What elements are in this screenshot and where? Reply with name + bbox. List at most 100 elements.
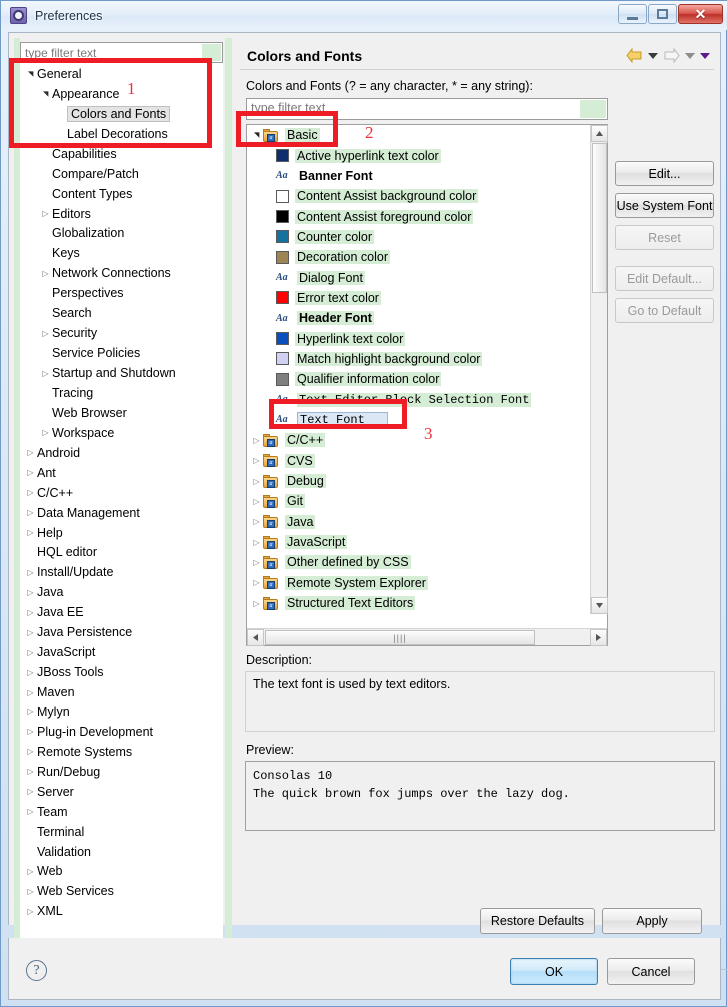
- chevron-right-icon[interactable]: ▷: [24, 468, 37, 477]
- ok-button[interactable]: OK: [510, 958, 598, 985]
- sidebar-item-javascript[interactable]: ▷ JavaScript: [21, 642, 222, 662]
- chevron-right-icon[interactable]: ▷: [24, 787, 37, 796]
- edit-button[interactable]: Edit...: [615, 161, 714, 186]
- sidebar-item-tracing[interactable]: Tracing: [21, 383, 222, 403]
- sidebar-item-service-policies[interactable]: Service Policies: [21, 343, 222, 363]
- chevron-right-icon[interactable]: ▷: [250, 477, 263, 486]
- preferences-tree[interactable]: ◢ General ◢ Appearance Colors and Fonts Label…: [20, 63, 223, 963]
- sidebar-item-security[interactable]: ▷ Security: [21, 323, 222, 343]
- sidebar-item-ant[interactable]: ▷ Ant: [21, 463, 222, 483]
- sidebar-item-java[interactable]: ▷ Java: [21, 582, 222, 602]
- sidebar-item-content-types[interactable]: Content Types: [21, 184, 222, 204]
- cf-tree-row[interactable]: ▷ a Debug: [247, 471, 591, 491]
- sidebar-item-xml[interactable]: ▷ XML: [21, 901, 222, 921]
- left-filter-clear-icon[interactable]: [202, 44, 221, 61]
- tree-horizontal-scrollbar[interactable]: ||||: [247, 628, 607, 646]
- sidebar-item-colors-and-fonts[interactable]: Colors and Fonts: [21, 104, 222, 124]
- apply-button[interactable]: Apply: [602, 908, 702, 934]
- chevron-right-icon[interactable]: ▷: [250, 578, 263, 587]
- left-filter-input[interactable]: type filter text: [20, 42, 223, 63]
- sidebar-item-install-update[interactable]: ▷ Install/Update: [21, 562, 222, 582]
- chevron-right-icon[interactable]: ▷: [250, 497, 263, 506]
- chevron-right-icon[interactable]: ▷: [24, 608, 37, 617]
- sidebar-item-plug-in-development[interactable]: ▷ Plug-in Development: [21, 722, 222, 742]
- chevron-right-icon[interactable]: ▷: [250, 436, 263, 445]
- sidebar-item-startup-and-shutdown[interactable]: ▷ Startup and Shutdown: [21, 363, 222, 383]
- cf-tree-row[interactable]: Content Assist background color: [247, 186, 591, 206]
- chevron-down-icon[interactable]: ◢: [42, 87, 50, 100]
- sidebar-item-search[interactable]: Search: [21, 303, 222, 323]
- sidebar-item-globalization[interactable]: Globalization: [21, 224, 222, 244]
- sidebar-item-mylyn[interactable]: ▷ Mylyn: [21, 702, 222, 722]
- chevron-right-icon[interactable]: ▷: [24, 887, 37, 896]
- chevron-right-icon[interactable]: ▷: [24, 588, 37, 597]
- sidebar-item-compare-patch[interactable]: Compare/Patch: [21, 164, 222, 184]
- sidebar-item-validation[interactable]: Validation: [21, 842, 222, 862]
- chevron-right-icon[interactable]: ▷: [24, 688, 37, 697]
- sidebar-item-hql-editor[interactable]: HQL editor: [21, 543, 222, 563]
- cf-tree-row[interactable]: Error text color: [247, 288, 591, 308]
- sidebar-item-run-debug[interactable]: ▷ Run/Debug: [21, 762, 222, 782]
- cf-tree-row[interactable]: Qualifier information color: [247, 369, 591, 389]
- sidebar-item-keys[interactable]: Keys: [21, 243, 222, 263]
- chevron-right-icon[interactable]: ▷: [39, 329, 52, 338]
- cf-tree-row[interactable]: ▷ a Structured Text Editors: [247, 593, 591, 613]
- sidebar-item-workspace[interactable]: ▷ Workspace: [21, 423, 222, 443]
- maximize-icon[interactable]: [648, 4, 677, 24]
- cf-tree-row[interactable]: ▷ a Other defined by CSS: [247, 552, 591, 572]
- scroll-left-button[interactable]: [247, 629, 264, 646]
- cf-tree-row[interactable]: ◢ a Basic: [247, 125, 591, 145]
- chevron-right-icon[interactable]: ▷: [24, 488, 37, 497]
- horizontal-scroll-thumb[interactable]: ||||: [265, 630, 535, 645]
- chevron-right-icon[interactable]: ▷: [24, 448, 37, 457]
- sidebar-item-editors[interactable]: ▷ Editors: [21, 204, 222, 224]
- sidebar-item-c-c[interactable]: ▷ C/C++: [21, 483, 222, 503]
- cf-tree-row[interactable]: ▷ a Git: [247, 491, 591, 511]
- sidebar-item-android[interactable]: ▷ Android: [21, 443, 222, 463]
- chevron-right-icon[interactable]: ▷: [39, 269, 52, 278]
- chevron-right-icon[interactable]: ▷: [39, 428, 52, 437]
- colors-fonts-tree[interactable]: ◢ a Basic Active hyperlink text color Aa Bann…: [247, 125, 591, 614]
- sidebar-item-server[interactable]: ▷ Server: [21, 782, 222, 802]
- cf-tree-row[interactable]: ▷ a C/C++: [247, 430, 591, 450]
- use-system-font-button[interactable]: Use System Font: [615, 193, 714, 218]
- cf-tree-row[interactable]: ▷ a Remote System Explorer: [247, 573, 591, 593]
- chevron-right-icon[interactable]: ▷: [250, 538, 263, 547]
- cf-tree-row[interactable]: Aa Text Editor Block Selection Font: [247, 389, 591, 409]
- chevron-right-icon[interactable]: ▷: [250, 456, 263, 465]
- cf-tree-row[interactable]: ▷ a Java: [247, 512, 591, 532]
- scroll-down-button[interactable]: [591, 597, 608, 614]
- chevron-right-icon[interactable]: ▷: [24, 568, 37, 577]
- close-icon[interactable]: ✕: [678, 4, 723, 24]
- chevron-right-icon[interactable]: ▷: [24, 508, 37, 517]
- scroll-up-button[interactable]: [591, 125, 608, 142]
- chevron-right-icon[interactable]: ▷: [24, 528, 37, 537]
- chevron-right-icon[interactable]: ▷: [250, 517, 263, 526]
- sidebar-item-maven[interactable]: ▷ Maven: [21, 682, 222, 702]
- chevron-down-icon[interactable]: ◢: [253, 129, 261, 142]
- chevron-right-icon[interactable]: ▷: [24, 867, 37, 876]
- sidebar-item-perspectives[interactable]: Perspectives: [21, 283, 222, 303]
- minimize-icon[interactable]: [618, 4, 647, 24]
- chevron-right-icon[interactable]: ▷: [250, 558, 263, 567]
- cf-tree-row[interactable]: Match highlight background color: [247, 349, 591, 369]
- cancel-button[interactable]: Cancel: [607, 958, 695, 985]
- sidebar-item-remote-systems[interactable]: ▷ Remote Systems: [21, 742, 222, 762]
- sidebar-item-web[interactable]: ▷ Web: [21, 862, 222, 882]
- view-menu-caret-down-icon[interactable]: [700, 52, 710, 59]
- chevron-right-icon[interactable]: ▷: [24, 807, 37, 816]
- sidebar-item-label-decorations[interactable]: Label Decorations: [21, 124, 222, 144]
- sidebar-item-network-connections[interactable]: ▷ Network Connections: [21, 263, 222, 283]
- right-filter-clear-icon[interactable]: [580, 100, 606, 118]
- vertical-scroll-thumb[interactable]: [592, 143, 607, 293]
- chevron-right-icon[interactable]: ▷: [24, 628, 37, 637]
- sidebar-item-java-persistence[interactable]: ▷ Java Persistence: [21, 622, 222, 642]
- cf-tree-row[interactable]: Active hyperlink text color: [247, 145, 591, 165]
- tree-vertical-scrollbar[interactable]: [590, 125, 608, 614]
- cf-tree-row[interactable]: Content Assist foreground color: [247, 206, 591, 226]
- sidebar-item-appearance[interactable]: ◢ Appearance: [21, 84, 222, 104]
- chevron-right-icon[interactable]: ▷: [24, 767, 37, 776]
- chevron-right-icon[interactable]: ▷: [24, 707, 37, 716]
- cf-tree-row[interactable]: Aa Dialog Font: [247, 267, 591, 287]
- sidebar-item-terminal[interactable]: Terminal: [21, 822, 222, 842]
